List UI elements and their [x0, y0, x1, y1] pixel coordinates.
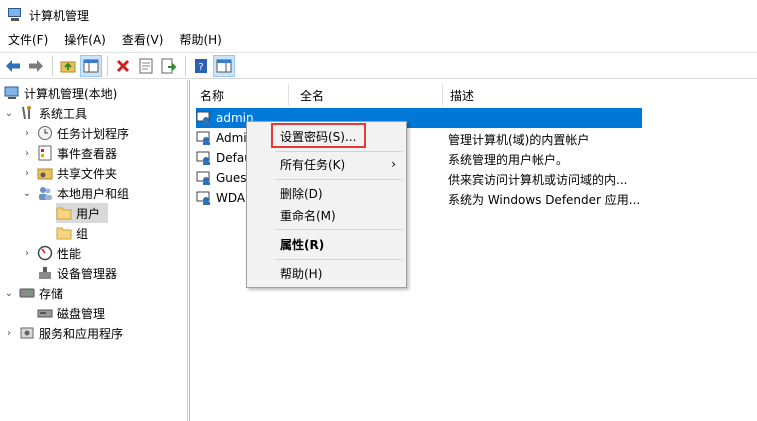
delete-icon[interactable]	[112, 55, 134, 77]
clock-icon	[37, 125, 53, 141]
menu-view[interactable]: 查看(V)	[114, 30, 172, 51]
user-description: 管理计算机(域)的内置帐户	[448, 133, 590, 147]
device-manager-icon	[37, 265, 53, 281]
toolbar-separator	[185, 55, 186, 76]
menu-item-help[interactable]: 帮助(H)	[247, 262, 406, 284]
tree-item-services-apps[interactable]: › 服务和应用程序	[4, 323, 123, 343]
properties-icon[interactable]	[135, 55, 157, 77]
show-hide-tree-icon[interactable]	[80, 54, 102, 77]
chevron-right-icon[interactable]: ›	[22, 148, 32, 159]
performance-icon	[37, 245, 53, 261]
tree-item-groups[interactable]: 组	[56, 223, 88, 243]
highlight-box	[271, 123, 366, 148]
tree-item-system-tools[interactable]: ⌄ 系统工具	[4, 103, 87, 123]
chevron-right-icon[interactable]: ›	[22, 248, 32, 259]
column-divider[interactable]	[442, 84, 443, 106]
menu-item-rename[interactable]: 重命名(M)	[247, 204, 406, 226]
chevron-right-icon: ›	[391, 157, 396, 171]
tree-item-disk-management[interactable]: 磁盘管理	[37, 303, 105, 323]
chevron-down-icon[interactable]: ⌄	[4, 108, 14, 119]
user-icon	[196, 130, 212, 146]
user-description: 系统为 Windows Defender 应用...	[448, 193, 641, 207]
column-header-name[interactable]: 名称	[200, 84, 224, 106]
user-icon	[196, 170, 212, 186]
tree-item-device-manager[interactable]: 设备管理器	[37, 263, 117, 283]
folder-icon	[56, 205, 72, 221]
tree-item-users[interactable]: 用户	[56, 203, 108, 223]
navigation-tree: 计算机管理(本地) ⌄ 系统工具 › 任务计划程序 › 事件查看器 › 共享文件…	[0, 80, 188, 421]
chevron-right-icon[interactable]: ›	[22, 128, 32, 139]
tools-icon	[19, 105, 35, 121]
menu-separator	[275, 259, 403, 260]
chevron-right-icon[interactable]: ›	[4, 328, 14, 339]
storage-icon	[19, 285, 35, 301]
chevron-right-icon[interactable]: ›	[22, 168, 32, 179]
user-icon	[196, 150, 212, 166]
services-icon	[19, 325, 35, 341]
menu-bar: 文件(F) 操作(A) 查看(V) 帮助(H)	[0, 30, 757, 51]
back-arrow-icon[interactable]	[2, 55, 24, 77]
toolbar-separator	[107, 55, 108, 76]
user-icon	[196, 110, 212, 126]
title-bar: 计算机管理	[0, 0, 757, 30]
export-list-icon[interactable]	[158, 55, 180, 77]
toolbar-separator	[52, 55, 53, 76]
user-description: 系统管理的用户帐户。	[448, 153, 569, 167]
menu-separator	[275, 229, 403, 230]
menu-item-delete[interactable]: 删除(D)	[247, 182, 406, 204]
shared-folder-icon	[37, 165, 53, 181]
menu-separator	[275, 151, 403, 152]
event-viewer-icon	[37, 145, 53, 161]
toolbar: ?	[0, 52, 757, 79]
computer-management-icon	[7, 8, 23, 22]
tree-item-storage[interactable]: ⌄ 存储	[4, 283, 63, 303]
forward-arrow-icon[interactable]	[25, 55, 47, 77]
up-folder-icon[interactable]	[57, 55, 79, 77]
menu-item-properties[interactable]: 属性(R)	[247, 233, 406, 255]
menu-action[interactable]: 操作(A)	[56, 30, 114, 51]
tree-item-performance[interactable]: › 性能	[22, 243, 81, 263]
tree-item-task-scheduler[interactable]: › 任务计划程序	[22, 123, 129, 143]
chevron-down-icon[interactable]: ⌄	[22, 188, 32, 199]
column-header-fullname[interactable]: 全名	[300, 84, 324, 106]
action-pane-icon[interactable]	[213, 54, 235, 77]
tree-item-event-viewer[interactable]: › 事件查看器	[22, 143, 117, 163]
menu-file[interactable]: 文件(F)	[0, 30, 56, 51]
help-icon[interactable]: ?	[190, 55, 212, 77]
column-header-description[interactable]: 描述	[450, 84, 474, 106]
tree-item-root[interactable]: 计算机管理(本地)	[4, 83, 117, 103]
window-title: 计算机管理	[29, 8, 90, 23]
tree-item-local-users-groups[interactable]: ⌄ 本地用户和组	[22, 183, 129, 203]
menu-help[interactable]: 帮助(H)	[171, 30, 229, 51]
svg-text:?: ?	[198, 62, 203, 73]
disk-icon	[37, 305, 53, 321]
tree-item-shared-folders[interactable]: › 共享文件夹	[22, 163, 117, 183]
menu-item-all-tasks[interactable]: 所有任务(K) ›	[247, 153, 406, 175]
column-divider[interactable]	[288, 84, 289, 106]
user-icon	[196, 190, 212, 206]
menu-separator	[275, 179, 403, 180]
user-description: 供来宾访问计算机或访问域的内...	[448, 173, 628, 187]
chevron-down-icon[interactable]: ⌄	[4, 288, 14, 299]
users-group-icon	[37, 185, 53, 201]
folder-icon	[56, 225, 72, 241]
computer-management-icon	[4, 85, 20, 101]
